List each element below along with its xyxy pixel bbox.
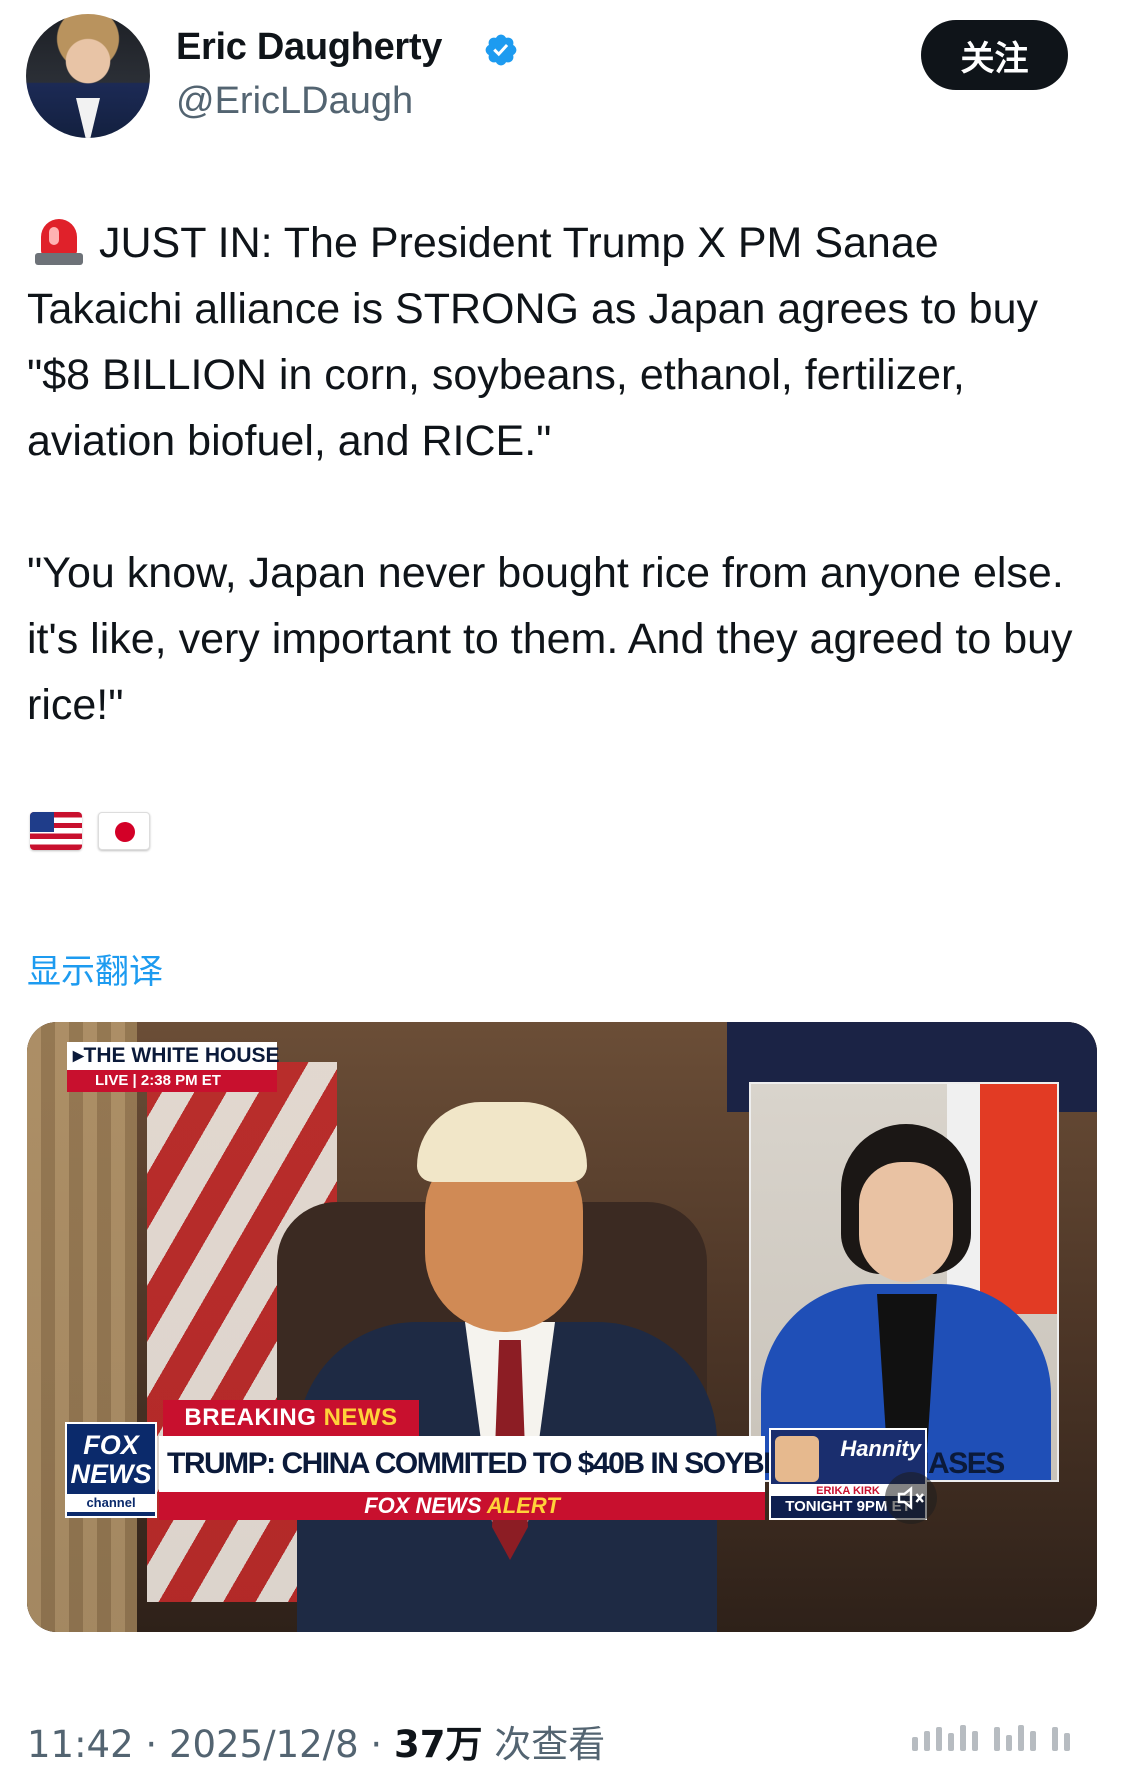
tweet-paragraph-2: "You know, Japan never bought rice from … — [27, 549, 1073, 729]
promo-guest-photo — [775, 1436, 819, 1482]
tweet-header: Eric Daugherty @EricLDaugh 关注 — [26, 14, 1076, 138]
rotating-light-icon — [35, 215, 83, 267]
tweet-paragraph-1: JUST IN: The President Trump X PM Sanae … — [27, 210, 1087, 474]
news-headline: TRUMP: CHINA COMMITED TO $40B IN SOYBEAN… — [159, 1436, 1005, 1492]
flag-emojis — [30, 812, 150, 856]
verified-badge-icon — [485, 34, 517, 66]
live-location: ▸THE WHITE HOUSE — [67, 1042, 280, 1070]
live-bug: ▸THE WHITE HOUSE LIVE | 2:38 PM ET — [67, 1042, 280, 1092]
speaker-muted-icon — [897, 1486, 924, 1510]
follow-button[interactable]: 关注 — [921, 20, 1068, 90]
mute-toggle-button[interactable] — [885, 1472, 937, 1524]
user-handle[interactable]: @EricLDaugh — [176, 80, 413, 123]
fox-news-logo: FOX NEWS channel — [65, 1422, 157, 1518]
avatar-shirt — [76, 98, 100, 138]
post-date[interactable]: 2025/12/8 — [169, 1723, 359, 1766]
post-time[interactable]: 11:42 — [27, 1723, 134, 1766]
video-player[interactable]: ▸THE WHITE HOUSE LIVE | 2:38 PM ET BREAK… — [27, 1022, 1097, 1632]
tweet-paragraph-1-text: JUST IN: The President Trump X PM Sanae … — [27, 219, 1038, 465]
tweet-text: JUST IN: The President Trump X PM Sanae … — [27, 210, 1087, 738]
us-flag-icon — [30, 812, 82, 850]
avatar[interactable] — [26, 14, 150, 138]
curtain-left — [27, 1022, 137, 1632]
view-count: 37万 — [393, 1723, 483, 1766]
live-time: LIVE | 2:38 PM ET — [67, 1070, 277, 1092]
tweet-meta: 11:42 · 2025/12/8 · 37万 次查看 — [27, 1723, 606, 1766]
japan-flag-icon — [98, 812, 150, 850]
watermark-bars-icon — [912, 1723, 1112, 1751]
speaker-figure — [297, 1082, 717, 1632]
fox-news-alert-bar: FOX NEWS ALERT — [159, 1492, 765, 1520]
show-translation-link[interactable]: 显示翻译 — [27, 944, 163, 993]
view-label: 次查看 — [482, 1723, 606, 1766]
display-name[interactable]: Eric Daugherty — [176, 26, 442, 69]
breaking-news-banner: BREAKING NEWS — [163, 1400, 419, 1436]
inset-video — [749, 1082, 1059, 1482]
